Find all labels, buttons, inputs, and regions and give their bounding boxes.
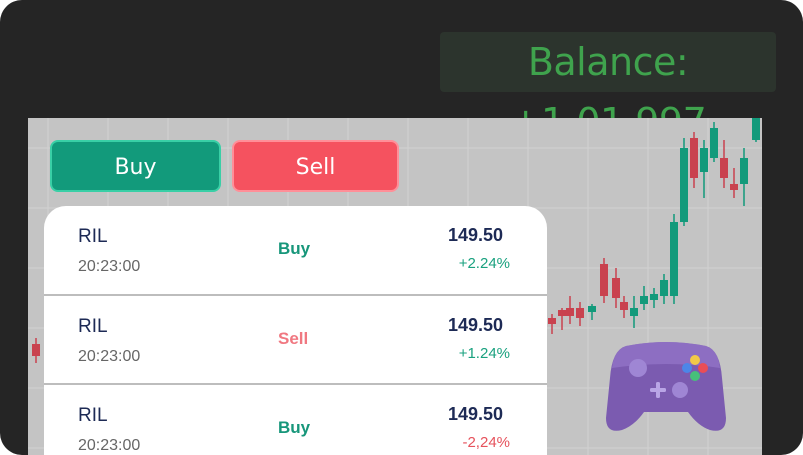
candle-body xyxy=(680,148,688,222)
order-symbol: RIL xyxy=(78,405,108,426)
order-time: 20:23:00 xyxy=(78,348,141,365)
app-frame: Balance: +1,01,997 Buy Sell RIL 20:23:00… xyxy=(0,0,803,455)
order-side: Buy xyxy=(278,418,311,437)
order-row[interactable]: RIL 20:23:00 Buy 149.50 -2,24% xyxy=(44,383,547,455)
candle-body xyxy=(670,222,678,296)
candle-body xyxy=(640,296,648,304)
order-symbol: RIL xyxy=(78,226,108,247)
candle-body xyxy=(650,294,658,300)
candle-body xyxy=(752,118,760,140)
order-price: 149.50 xyxy=(447,404,503,424)
gamepad-icon xyxy=(606,342,726,431)
order-change: -2,24% xyxy=(462,434,510,451)
candle-body xyxy=(566,308,574,316)
order-list: RIL 20:23:00 Buy 149.50 +2.24% RIL 20:23… xyxy=(44,206,547,455)
buy-button[interactable]: Buy xyxy=(50,140,221,192)
order-row[interactable]: RIL 20:23:00 Buy 149.50 +2.24% xyxy=(44,206,547,294)
candle-body xyxy=(600,264,608,296)
candle-body xyxy=(710,128,718,158)
order-price: 149.50 xyxy=(447,225,503,245)
candle-body xyxy=(620,302,628,310)
candle-body xyxy=(730,184,738,190)
candle-body xyxy=(558,310,566,316)
candle-body xyxy=(576,308,584,318)
candle-body xyxy=(612,278,620,298)
order-time: 20:23:00 xyxy=(78,437,141,454)
candle-body xyxy=(588,306,596,312)
order-side: Sell xyxy=(278,329,309,348)
candle-body xyxy=(700,148,708,172)
candle-body xyxy=(32,344,40,356)
sell-button[interactable]: Sell xyxy=(232,140,399,192)
order-symbol: RIL xyxy=(78,316,108,337)
candle-body xyxy=(740,158,748,184)
order-change: +2.24% xyxy=(458,255,510,272)
order-change: +1.24% xyxy=(458,345,510,362)
balance-display: Balance: +1,01,997 xyxy=(440,32,776,144)
candle-body xyxy=(630,308,638,316)
candle-body xyxy=(660,280,668,296)
order-row[interactable]: RIL 20:23:00 Sell 149.50 +1.24% xyxy=(44,294,547,382)
order-side: Buy xyxy=(278,239,311,258)
order-time: 20:23:00 xyxy=(78,258,141,275)
candle-body xyxy=(720,158,728,178)
candle-body xyxy=(690,138,698,178)
order-price: 149.50 xyxy=(447,315,503,335)
candle-body xyxy=(548,318,556,324)
